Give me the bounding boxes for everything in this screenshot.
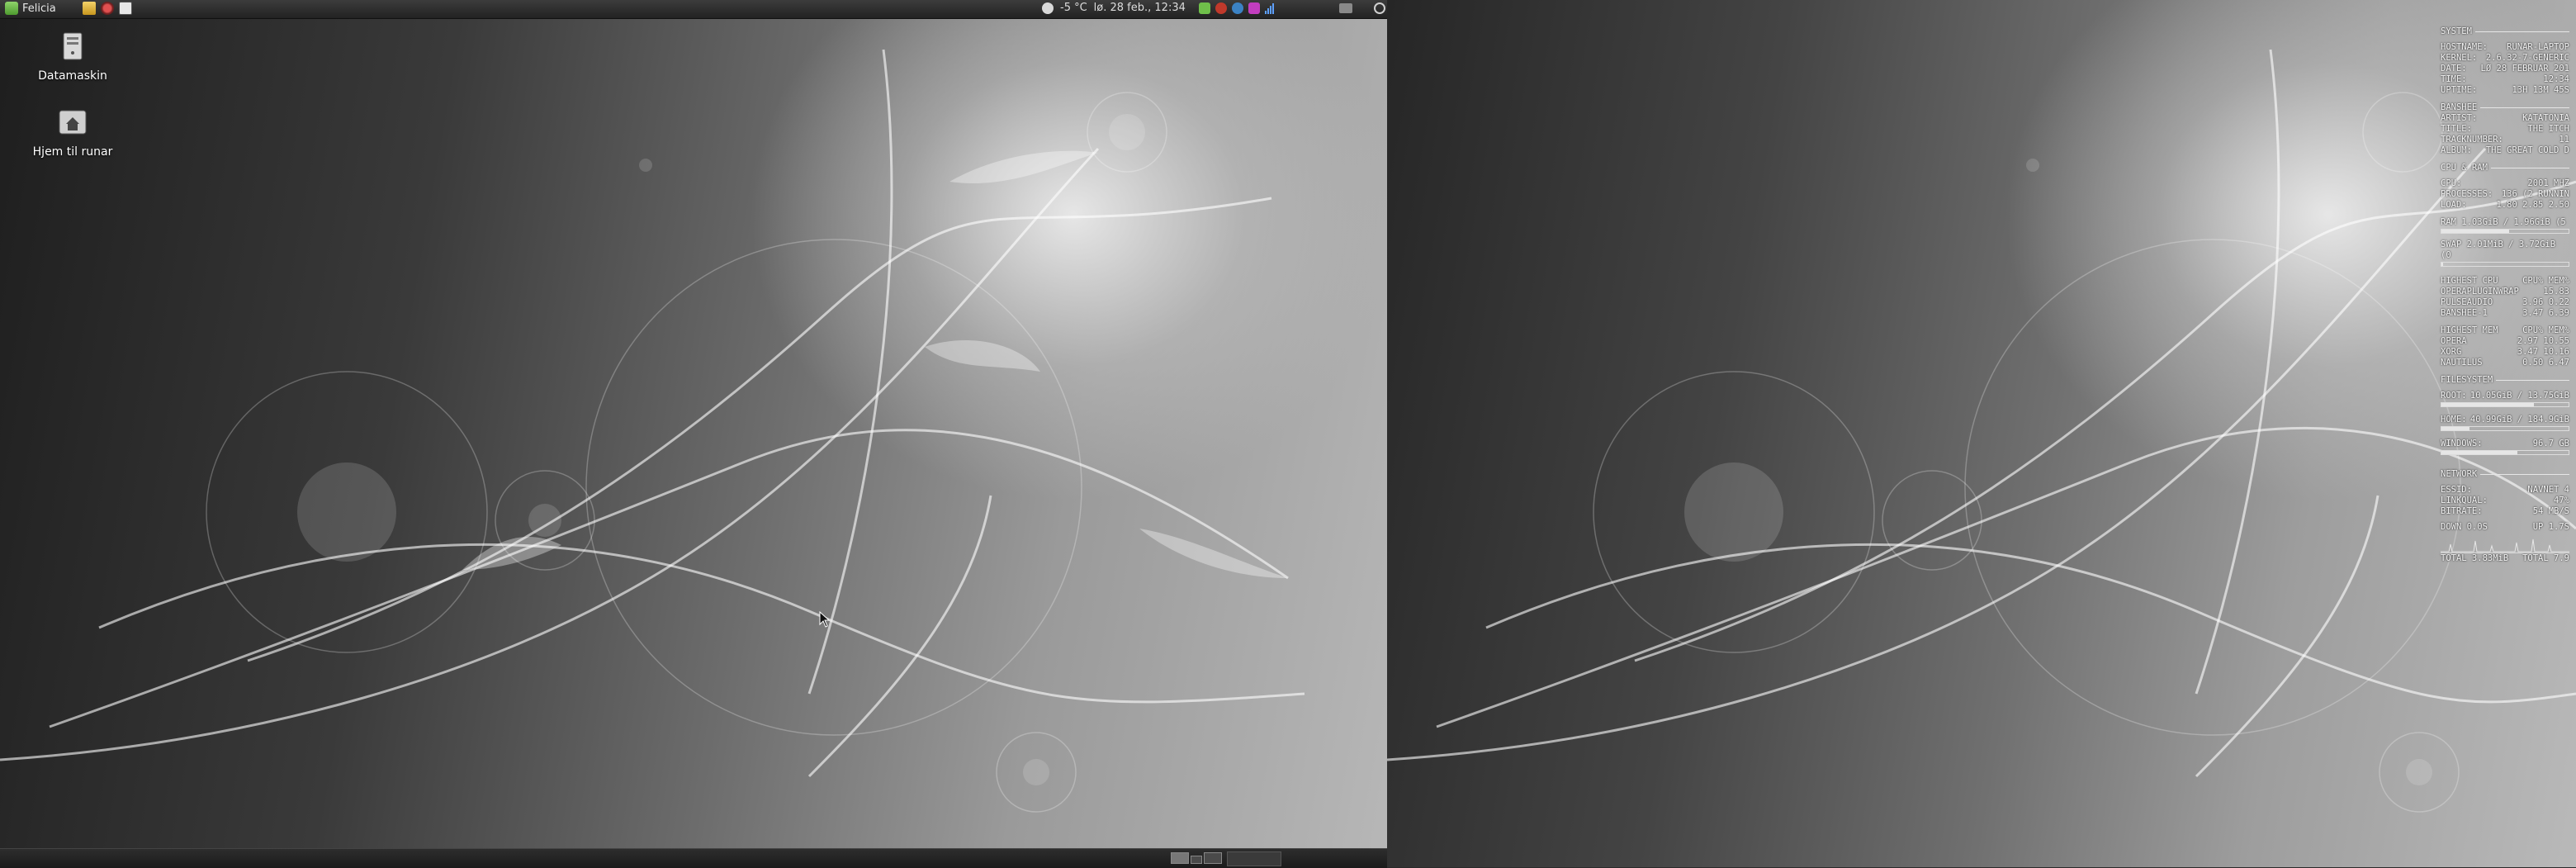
home-folder-icon [59, 110, 87, 135]
network-signal-icon[interactable] [1265, 2, 1274, 14]
conky-filesystem-row-bar [2441, 450, 2569, 455]
conky-section-cpu-ram: CPU & RAM [2441, 163, 2569, 173]
conky-swap-label: SWAP 2.01MiB / 3.72GiB (0 [2441, 240, 2556, 260]
conky-section-title: CPU & RAM [2441, 163, 2488, 173]
conky-network-row: ESSID: NAVNET 4 [2441, 485, 2569, 495]
main-menu-button[interactable]: Felicia [5, 2, 56, 15]
conky-network-row: LINKQUAL: 47% [2441, 496, 2569, 505]
conky-filesystem-row: ROOT: 10.05GiB / 13.75GiB [2441, 391, 2569, 401]
conky-section-filesystem: FILESYSTEM [2441, 375, 2569, 386]
main-menu-label: Felicia [22, 2, 56, 15]
conky-system-row: DATE: LØ 28 FEBRUAR 201 [2441, 64, 2569, 74]
conky-system-row: TIME: 12:34 [2441, 74, 2569, 84]
browser-launcher-icon[interactable] [100, 2, 114, 15]
right-monitor [1387, 0, 2576, 867]
conky-highest-mem-row: XORG 3.47 10.16 [2441, 347, 2569, 357]
conky-highest-cpu-row: BANSHEE-1 3.47 6.39 [2441, 308, 2569, 318]
conky-network-graph [2441, 534, 2569, 553]
conky-totals-row: TOTAL 3.83MiB TOTAL 7.9 [2441, 553, 2569, 563]
desktop-icon-home[interactable]: Hjem til runar [23, 106, 122, 159]
mint-logo-icon [5, 2, 18, 15]
desktop-icon-computer[interactable]: Datamaskin [23, 30, 122, 83]
conky-system-row: KERNEL: 2.6.32-7-GENERIC [2441, 53, 2569, 63]
conky-filesystem-row-bar [2441, 402, 2569, 407]
computer-icon [63, 32, 83, 60]
media-player-icon[interactable] [1248, 2, 1260, 14]
desktop-wallpaper [1387, 0, 2576, 867]
workspace-window-thumbnail [1191, 856, 1202, 864]
conky-cpu-row: PROCESSES: 136 (2 RUNNIN [2441, 189, 2569, 199]
conky-system-row: HOSTNAME: RUNAR-LAPTOP [2441, 42, 2569, 52]
clock[interactable]: lø. 28 feb., 12:34 [1094, 2, 1186, 14]
conky-ram-label: RAM 1.03GiB / 1.96GiB (5 [2441, 217, 2566, 227]
conky-section-banshee: BANSHEE [2441, 102, 2569, 113]
conky-highest-cpu-row: OPERAPLUGINWRAP 15.83 [2441, 287, 2569, 296]
conky-banshee-row: TRACKNUMBER: 11 [2441, 135, 2569, 145]
conky-banshee-row: TITLE: THE ITCH [2441, 124, 2569, 134]
conky-ram-bar [2441, 229, 2569, 234]
left-monitor: Datamaskin Hjem til runar [0, 0, 1387, 867]
wallpaper-art [1387, 49, 2576, 813]
conky-section-title: BANSHEE [2441, 102, 2478, 112]
conky-cpu-row: LOAD: 1.80 2.85 2.50 [2441, 200, 2569, 210]
taskbar-area[interactable] [1227, 851, 1281, 866]
conky-section-title: SYSTEM [2441, 26, 2472, 36]
top-panel: Felicia -5 °C lø. 28 feb., 12:34 [0, 0, 1387, 19]
desktop-icon-label: Datamaskin [38, 69, 107, 83]
update-manager-icon[interactable] [1199, 2, 1210, 14]
conky-highest-mem-row: OPERA 2.97 10.55 [2441, 336, 2569, 346]
conky-traffic-row: DOWN 0.0S UP 1.7S [2441, 522, 2569, 532]
conky-highest-cpu-header: HIGHEST CPU CPU% MEM% [2441, 276, 2569, 286]
mouse-cursor-icon [819, 611, 831, 628]
power-icon[interactable] [1374, 2, 1385, 14]
conky-system-monitor: SYSTEM HOSTNAME: RUNAR-LAPTOP KERNEL: 2.6.3… [2441, 26, 2569, 564]
weather-icon[interactable] [1042, 2, 1054, 14]
terminal-launcher-icon[interactable] [118, 2, 132, 15]
display-icon[interactable] [1339, 3, 1352, 13]
conky-highest-cpu-row: PULSEAUDIO 3.96 0.22 [2441, 297, 2569, 307]
weather-temperature[interactable]: -5 °C [1060, 2, 1087, 14]
conky-section-network: NETWORK [2441, 469, 2569, 480]
desktop-icon-label: Hjem til runar [32, 145, 113, 159]
conky-section-title: FILESYSTEM [2441, 375, 2493, 385]
conky-network-row: BITRATE: 54 MB/S [2441, 506, 2569, 516]
conky-cpu-row: CPU: 2001 MHZ [2441, 178, 2569, 188]
wallpaper-art [0, 49, 1305, 813]
conky-section-title: NETWORK [2441, 469, 2478, 479]
system-tray [1199, 2, 1274, 14]
workspace-1-button[interactable] [1171, 852, 1189, 864]
chat-icon[interactable] [1232, 2, 1243, 14]
conky-highest-mem-row: NAUTILUS 0.50 6.47 [2441, 358, 2569, 368]
conky-highest-mem-header: HIGHEST MEM CPU% MEM% [2441, 325, 2569, 335]
conky-section-system: SYSTEM [2441, 26, 2569, 37]
conky-filesystem-row-bar [2441, 426, 2569, 431]
conky-filesystem-row: WINDOWS: 96.7 GB [2441, 439, 2569, 448]
messaging-icon[interactable] [1215, 2, 1227, 14]
desktop-wallpaper [0, 0, 1387, 867]
conky-banshee-row: ARTIST: KATATONIA [2441, 113, 2569, 123]
conky-banshee-row: ALBUM: THE GREAT COLD D [2441, 145, 2569, 155]
bottom-panel [0, 848, 1387, 868]
conky-swap-bar [2441, 262, 2569, 267]
file-manager-launcher-icon[interactable] [82, 2, 96, 15]
conky-filesystem-row: HOME: 40.99GiB / 184.9GiB [2441, 415, 2569, 425]
workspace-2-button[interactable] [1204, 852, 1222, 864]
conky-system-row: UPTIME: 13H 13M 45S [2441, 85, 2569, 95]
